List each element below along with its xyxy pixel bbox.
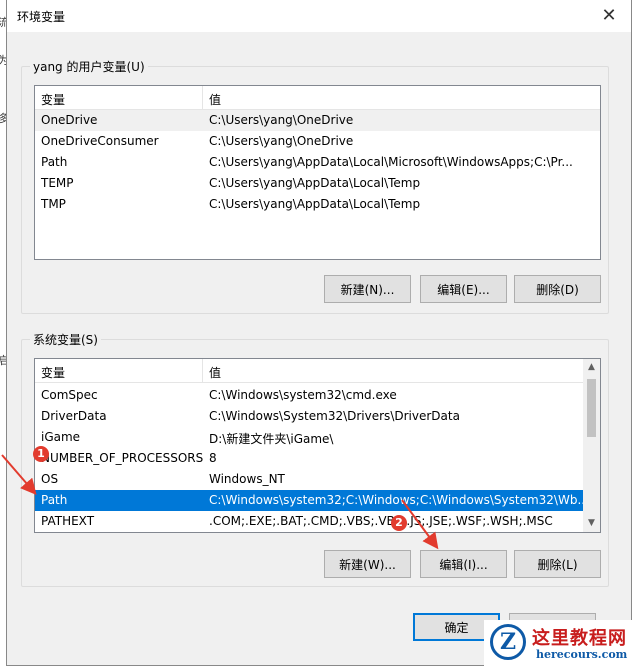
arrow-2 [401,499,439,550]
arrow-1 [1,454,37,496]
watermark-logo-icon: Z [490,624,526,660]
site-watermark: Z 这里教程网 herecours.com [484,620,632,666]
watermark-title: 这里教程网 [532,628,627,649]
watermark-subtitle: herecours.com [536,648,628,661]
annotation-marker-2: 2 [391,515,407,531]
annotation-marker-1: 1 [33,446,49,462]
annotation-arrows [1,454,439,550]
